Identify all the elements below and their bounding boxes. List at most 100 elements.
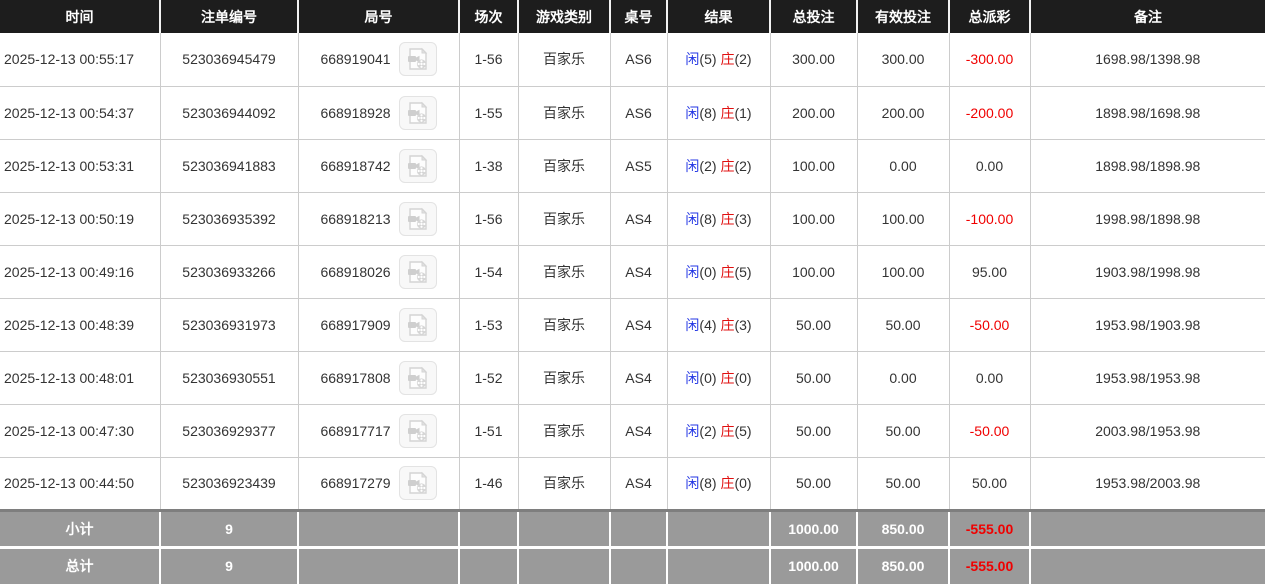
- payout-cell: -300.00: [949, 33, 1030, 86]
- remark-cell: 1953.98/1903.98: [1030, 298, 1265, 351]
- header-total-bet: 总投注: [770, 0, 857, 33]
- player-label: 闲: [685, 51, 699, 67]
- round-number: 668917909: [320, 317, 390, 333]
- video-file-icon: [405, 207, 431, 231]
- grandtotal-row: 总计 9 1000.00 850.00 -555.00: [0, 547, 1265, 584]
- player-score: (2): [699, 158, 716, 174]
- result-cell: 闲(2) 庄(2): [667, 139, 770, 192]
- header-time: 时间: [0, 0, 160, 33]
- time-cell: 2025-12-13 00:53:31: [0, 139, 160, 192]
- remark-cell: 1898.98/1898.98: [1030, 139, 1265, 192]
- subtotal-payout: -555.00: [949, 510, 1030, 547]
- bet-number-cell: 523036931973: [160, 298, 298, 351]
- session-cell: 1-55: [459, 86, 518, 139]
- video-replay-button[interactable]: [399, 308, 437, 342]
- result-cell: 闲(0) 庄(0): [667, 351, 770, 404]
- table-row: 2025-12-13 00:55:17 523036945479 6689190…: [0, 33, 1265, 86]
- grandtotal-label: 总计: [0, 547, 160, 584]
- table-number-cell: AS6: [610, 33, 667, 86]
- video-replay-button[interactable]: [399, 202, 437, 236]
- grandtotal-total-bet: 1000.00: [770, 547, 857, 584]
- game-type-cell: 百家乐: [518, 33, 610, 86]
- session-cell: 1-53: [459, 298, 518, 351]
- banker-label: 庄: [720, 211, 734, 227]
- subtotal-label: 小计: [0, 510, 160, 547]
- banker-label: 庄: [720, 51, 734, 67]
- video-replay-button[interactable]: [399, 466, 437, 500]
- banker-score: (0): [734, 370, 751, 386]
- remark-cell: 1698.98/1398.98: [1030, 33, 1265, 86]
- game-type-cell: 百家乐: [518, 139, 610, 192]
- video-replay-button[interactable]: [399, 42, 437, 76]
- subtotal-total-bet: 1000.00: [770, 510, 857, 547]
- time-cell: 2025-12-13 00:47:30: [0, 404, 160, 457]
- bet-records-screen: 时间 注单编号 局号 场次 游戏类别 桌号 结果 总投注 有效投注 总派彩 备注…: [0, 0, 1265, 584]
- video-file-icon: [405, 154, 431, 178]
- valid-bet-cell: 50.00: [857, 404, 949, 457]
- table-row: 2025-12-13 00:47:30 523036929377 6689177…: [0, 404, 1265, 457]
- video-replay-button[interactable]: [399, 361, 437, 395]
- header-payout: 总派彩: [949, 0, 1030, 33]
- bet-number-cell: 523036930551: [160, 351, 298, 404]
- player-score: (0): [699, 370, 716, 386]
- session-cell: 1-54: [459, 245, 518, 298]
- remark-cell: 1953.98/2003.98: [1030, 457, 1265, 510]
- round-number-cell: 668919041: [298, 33, 459, 86]
- game-type-cell: 百家乐: [518, 192, 610, 245]
- game-type-cell: 百家乐: [518, 245, 610, 298]
- time-cell: 2025-12-13 00:49:16: [0, 245, 160, 298]
- player-label: 闲: [685, 158, 699, 174]
- player-label: 闲: [685, 105, 699, 121]
- banker-score: (5): [734, 264, 751, 280]
- video-file-icon: [405, 101, 431, 125]
- header-table-number: 桌号: [610, 0, 667, 33]
- round-number-cell: 668918213: [298, 192, 459, 245]
- video-replay-button[interactable]: [399, 96, 437, 130]
- session-cell: 1-46: [459, 457, 518, 510]
- result-cell: 闲(2) 庄(5): [667, 404, 770, 457]
- video-replay-button[interactable]: [399, 414, 437, 448]
- bet-records-table: 时间 注单编号 局号 场次 游戏类别 桌号 结果 总投注 有效投注 总派彩 备注…: [0, 0, 1265, 584]
- valid-bet-cell: 200.00: [857, 86, 949, 139]
- total-bet-cell: 100.00: [770, 192, 857, 245]
- table-row: 2025-12-13 00:49:16 523036933266 6689180…: [0, 245, 1265, 298]
- banker-score: (0): [734, 475, 751, 491]
- player-label: 闲: [685, 317, 699, 333]
- round-number: 668918213: [320, 211, 390, 227]
- header-game-type: 游戏类别: [518, 0, 610, 33]
- remark-cell: 1998.98/1898.98: [1030, 192, 1265, 245]
- table-row: 2025-12-13 00:50:19 523036935392 6689182…: [0, 192, 1265, 245]
- header-remark: 备注: [1030, 0, 1265, 33]
- session-cell: 1-38: [459, 139, 518, 192]
- header-bet-number: 注单编号: [160, 0, 298, 33]
- video-replay-button[interactable]: [399, 149, 437, 183]
- total-bet-cell: 50.00: [770, 457, 857, 510]
- banker-label: 庄: [720, 158, 734, 174]
- round-number-cell: 668917279: [298, 457, 459, 510]
- bet-number-cell: 523036945479: [160, 33, 298, 86]
- bet-number-cell: 523036929377: [160, 404, 298, 457]
- result-cell: 闲(5) 庄(2): [667, 33, 770, 86]
- total-bet-cell: 50.00: [770, 298, 857, 351]
- bet-number-cell: 523036944092: [160, 86, 298, 139]
- player-score: (2): [699, 423, 716, 439]
- banker-label: 庄: [720, 317, 734, 333]
- round-number: 668917808: [320, 370, 390, 386]
- table-number-cell: AS4: [610, 298, 667, 351]
- valid-bet-cell: 100.00: [857, 192, 949, 245]
- time-cell: 2025-12-13 00:44:50: [0, 457, 160, 510]
- subtotal-row: 小计 9 1000.00 850.00 -555.00: [0, 510, 1265, 547]
- banker-label: 庄: [720, 370, 734, 386]
- video-replay-button[interactable]: [399, 255, 437, 289]
- total-bet-cell: 100.00: [770, 245, 857, 298]
- payout-cell: -100.00: [949, 192, 1030, 245]
- player-label: 闲: [685, 264, 699, 280]
- total-bet-cell: 200.00: [770, 86, 857, 139]
- player-label: 闲: [685, 211, 699, 227]
- table-number-cell: AS4: [610, 192, 667, 245]
- session-cell: 1-56: [459, 192, 518, 245]
- banker-label: 庄: [720, 264, 734, 280]
- round-number: 668918026: [320, 264, 390, 280]
- time-cell: 2025-12-13 00:48:39: [0, 298, 160, 351]
- video-file-icon: [405, 471, 431, 495]
